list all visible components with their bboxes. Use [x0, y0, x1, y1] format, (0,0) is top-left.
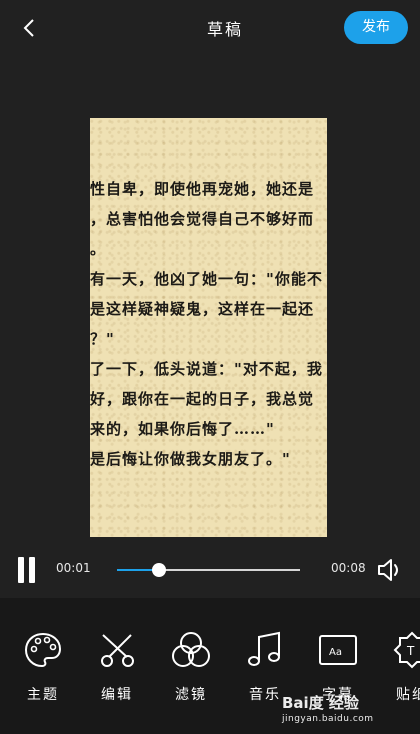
- tool-theme[interactable]: 主题: [15, 630, 71, 710]
- scissors-icon: [101, 634, 134, 667]
- watermark-url: jingyan.baidu.com: [282, 714, 374, 724]
- filter-circles-icon: [172, 632, 210, 667]
- svg-text:Aa: Aa: [329, 647, 342, 658]
- tool-label: 滤镜: [175, 687, 207, 703]
- volume-button[interactable]: [376, 556, 406, 584]
- publish-button[interactable]: 发布: [344, 11, 408, 44]
- pause-icon: [18, 557, 24, 583]
- preview-text-line: 性自卑，即使他再宠她，她还是: [90, 180, 315, 198]
- watermark-logo: Bai度 经验: [282, 694, 359, 712]
- total-time: 00:08: [331, 561, 366, 575]
- tool-label: 主题: [27, 687, 59, 703]
- preview-text-line: 有一天，他凶了她一句："你能不: [90, 270, 323, 288]
- music-note-icon: [248, 631, 280, 666]
- preview-text-line: 是后悔让你做我女朋友了。": [90, 450, 291, 468]
- video-preview[interactable]: 性自卑，即使他再宠她，她还是 ，总害怕他会觉得自己不够好而 。 有一天，他凶了她…: [90, 118, 327, 537]
- speaker-icon: [378, 559, 398, 581]
- preview-text-line: 了一下，低头说道："对不起，我: [90, 360, 323, 378]
- palette-icon: [24, 632, 62, 668]
- progress-slider[interactable]: [117, 563, 300, 577]
- preview-text-line: 是这样疑神疑鬼，这样在一起还: [90, 300, 315, 318]
- caption-aa-icon: Aa: [319, 635, 357, 665]
- preview-text-line: 来的，如果你后悔了……": [90, 420, 275, 438]
- progress-thumb[interactable]: [152, 563, 167, 577]
- baidu-jingyan-watermark: Bai度 经验 jingyan.baidu.com: [282, 690, 402, 730]
- svg-text:T: T: [406, 644, 415, 658]
- preview-text-line: ？": [90, 330, 115, 348]
- preview-text-line: 。: [90, 240, 107, 258]
- edit-toolbar: 主题 编辑 滤镜 音乐 Aa 字幕 T 贴 Bai度 经验 jingyan.ba…: [0, 598, 420, 734]
- tool-filter[interactable]: 滤镜: [163, 630, 219, 710]
- tool-edit[interactable]: 编辑: [89, 630, 145, 710]
- pause-button[interactable]: [18, 557, 38, 583]
- current-time: 00:01: [56, 561, 91, 575]
- pause-icon: [29, 557, 35, 583]
- tool-label: 编辑: [101, 687, 133, 703]
- preview-text: 性自卑，即使他再宠她，她还是 ，总害怕他会觉得自己不够好而 。 有一天，他凶了她…: [90, 174, 327, 474]
- top-bar: 草稿 发布: [0, 0, 420, 56]
- preview-text-line: 好，跟你在一起的日子，我总觉: [90, 390, 315, 408]
- sticker-icon: T: [393, 631, 420, 669]
- preview-text-line: ，总害怕他会觉得自己不够好而: [90, 210, 315, 228]
- playback-controls: 00:01 00:08: [0, 549, 420, 591]
